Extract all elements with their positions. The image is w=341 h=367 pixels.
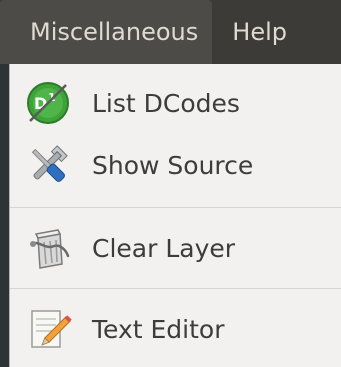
- menu-item-show-source[interactable]: Show Source: [10, 132, 341, 198]
- menu-help[interactable]: Help: [212, 0, 287, 64]
- menu-item-list-dcodes-label: List DCodes: [92, 88, 240, 118]
- menu-item-list-dcodes[interactable]: D 1 List DCodes: [10, 70, 341, 136]
- menu-bar: Miscellaneous Help: [0, 0, 341, 64]
- menu-miscellaneous-label: Miscellaneous: [30, 18, 199, 46]
- menu-miscellaneous[interactable]: Miscellaneous: [0, 0, 213, 64]
- menu-item-show-source-label: Show Source: [92, 150, 254, 180]
- menu-help-label: Help: [232, 18, 287, 46]
- menu-separator: [10, 207, 341, 208]
- tools-icon: [31, 145, 68, 182]
- background-window-edge: [0, 64, 9, 367]
- menu-separator: [10, 288, 341, 289]
- clear-layer-icon: [30, 229, 70, 269]
- menu-item-text-editor[interactable]: Text Editor: [10, 296, 341, 362]
- miscellaneous-dropdown-menu: D 1 List DCodes Show Source: [9, 64, 341, 367]
- menu-item-clear-layer[interactable]: Clear Layer: [10, 215, 341, 281]
- menu-item-clear-layer-label: Clear Layer: [92, 233, 236, 263]
- screen: Miscellaneous Help D 1 List DCodes: [0, 0, 341, 367]
- text-editor-icon: [31, 310, 72, 348]
- dcode-icon: D 1: [27, 82, 69, 124]
- menu-item-text-editor-label: Text Editor: [92, 314, 225, 344]
